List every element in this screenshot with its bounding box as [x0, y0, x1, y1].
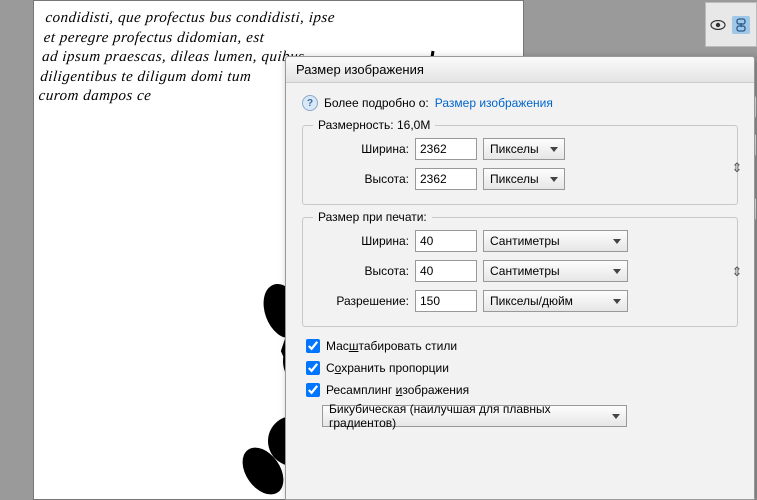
- layers-panel-strip: [705, 2, 757, 47]
- scale-styles-label: Масштабировать стили: [326, 339, 457, 353]
- height-label: Высота:: [319, 172, 409, 186]
- pixel-width-input[interactable]: [415, 138, 477, 160]
- pixel-height-unit-select[interactable]: Пикселы: [483, 168, 565, 190]
- chevron-down-icon: [613, 239, 621, 244]
- print-height-unit-select[interactable]: Сантиметры: [483, 260, 628, 282]
- pixel-height-input[interactable]: [415, 168, 477, 190]
- print-height-label: Высота:: [319, 264, 409, 278]
- chevron-down-icon: [550, 147, 558, 152]
- chevron-down-icon: [550, 177, 558, 182]
- image-size-dialog: Размер изображения ? Более подробно о: Р…: [285, 56, 755, 500]
- print-height-input[interactable]: [415, 260, 477, 282]
- print-width-input[interactable]: [415, 230, 477, 252]
- resolution-unit-select[interactable]: Пикселы/дюйм: [483, 290, 628, 312]
- link-chain-icon[interactable]: [732, 16, 750, 34]
- print-width-unit-select[interactable]: Сантиметры: [483, 230, 628, 252]
- chevron-down-icon: [612, 414, 620, 419]
- scale-styles-checkbox[interactable]: [306, 339, 320, 353]
- constrain-label: Сохранить пропорции: [326, 361, 449, 375]
- dialog-title: Размер изображения: [286, 57, 754, 83]
- dimensions-legend: Размерность:: [318, 118, 394, 132]
- help-prefix: Более подробно о:: [324, 96, 429, 110]
- link-chain-icon[interactable]: ⇕: [732, 160, 743, 176]
- print-size-legend: Размер при печати:: [313, 210, 432, 224]
- help-link[interactable]: Размер изображения: [435, 96, 553, 110]
- width-label: Ширина:: [319, 142, 409, 156]
- resample-checkbox[interactable]: [306, 383, 320, 397]
- constrain-proportions-checkbox[interactable]: [306, 361, 320, 375]
- pixel-width-unit-select[interactable]: Пикселы: [483, 138, 565, 160]
- help-info-icon[interactable]: ?: [302, 95, 318, 111]
- document-size-group: Размер при печати: Ширина: Сантиметры Вы…: [302, 217, 738, 327]
- chevron-down-icon: [613, 269, 621, 274]
- resolution-label: Разрешение:: [319, 294, 409, 308]
- print-width-label: Ширина:: [319, 234, 409, 248]
- dimensions-size: 16,0M: [397, 118, 430, 132]
- resample-label: Ресамплинг изображения: [326, 383, 469, 397]
- link-chain-icon[interactable]: ⇕: [732, 264, 743, 280]
- resample-method-select[interactable]: Бикубическая (наилучшая для плавных град…: [322, 405, 627, 427]
- visibility-icon[interactable]: [709, 19, 727, 31]
- resolution-input[interactable]: [415, 290, 477, 312]
- pixel-dimensions-group: Размерность: 16,0M Ширина: Пикселы Высот…: [302, 125, 738, 205]
- chevron-down-icon: [613, 299, 621, 304]
